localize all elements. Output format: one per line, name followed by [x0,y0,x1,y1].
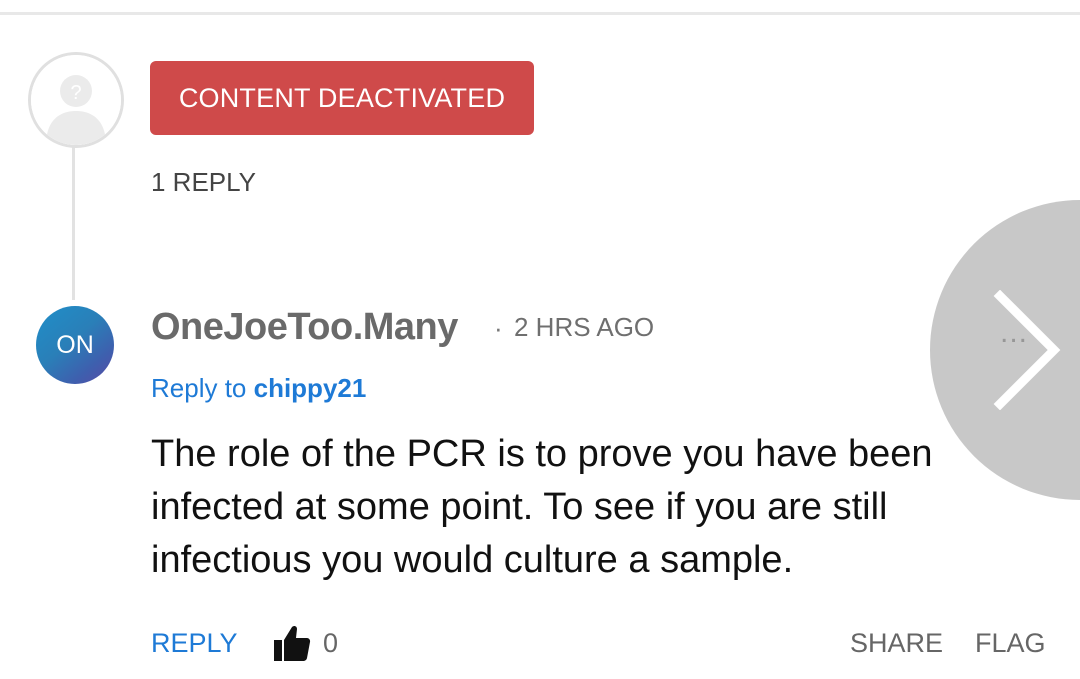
thread-connector-line [72,145,75,300]
chevron-right-icon [993,290,1061,410]
comment-thread: ? CONTENT DEACTIVATED 1 REPLY ON OneJoeT… [0,0,1080,679]
reply-to-line: Reply to chippy21 [151,372,366,404]
thumbs-up-icon[interactable] [272,623,312,663]
anonymous-user-icon: ? [28,52,124,148]
flag-button[interactable]: FLAG [975,627,1046,659]
reply-button[interactable]: REPLY [151,627,238,659]
author-name[interactable]: OneJoeToo.Many [151,305,458,349]
author-avatar[interactable]: ON [36,306,114,384]
top-divider [0,12,1080,15]
comment-body: The role of the PCR is to prove you have… [151,433,933,581]
share-button[interactable]: SHARE [850,627,943,659]
reply-count-toggle[interactable]: 1 REPLY [151,166,256,198]
meta-separator: · [494,313,503,343]
comment-timestamp: 2 HRS AGO [514,312,655,342]
reply-to-prefix: Reply to [151,373,254,403]
content-deactivated-badge: CONTENT DEACTIVATED [150,61,534,135]
like-count: 0 [323,628,339,658]
svg-text:?: ? [70,82,81,104]
reply-to-username-link[interactable]: chippy21 [254,373,367,403]
